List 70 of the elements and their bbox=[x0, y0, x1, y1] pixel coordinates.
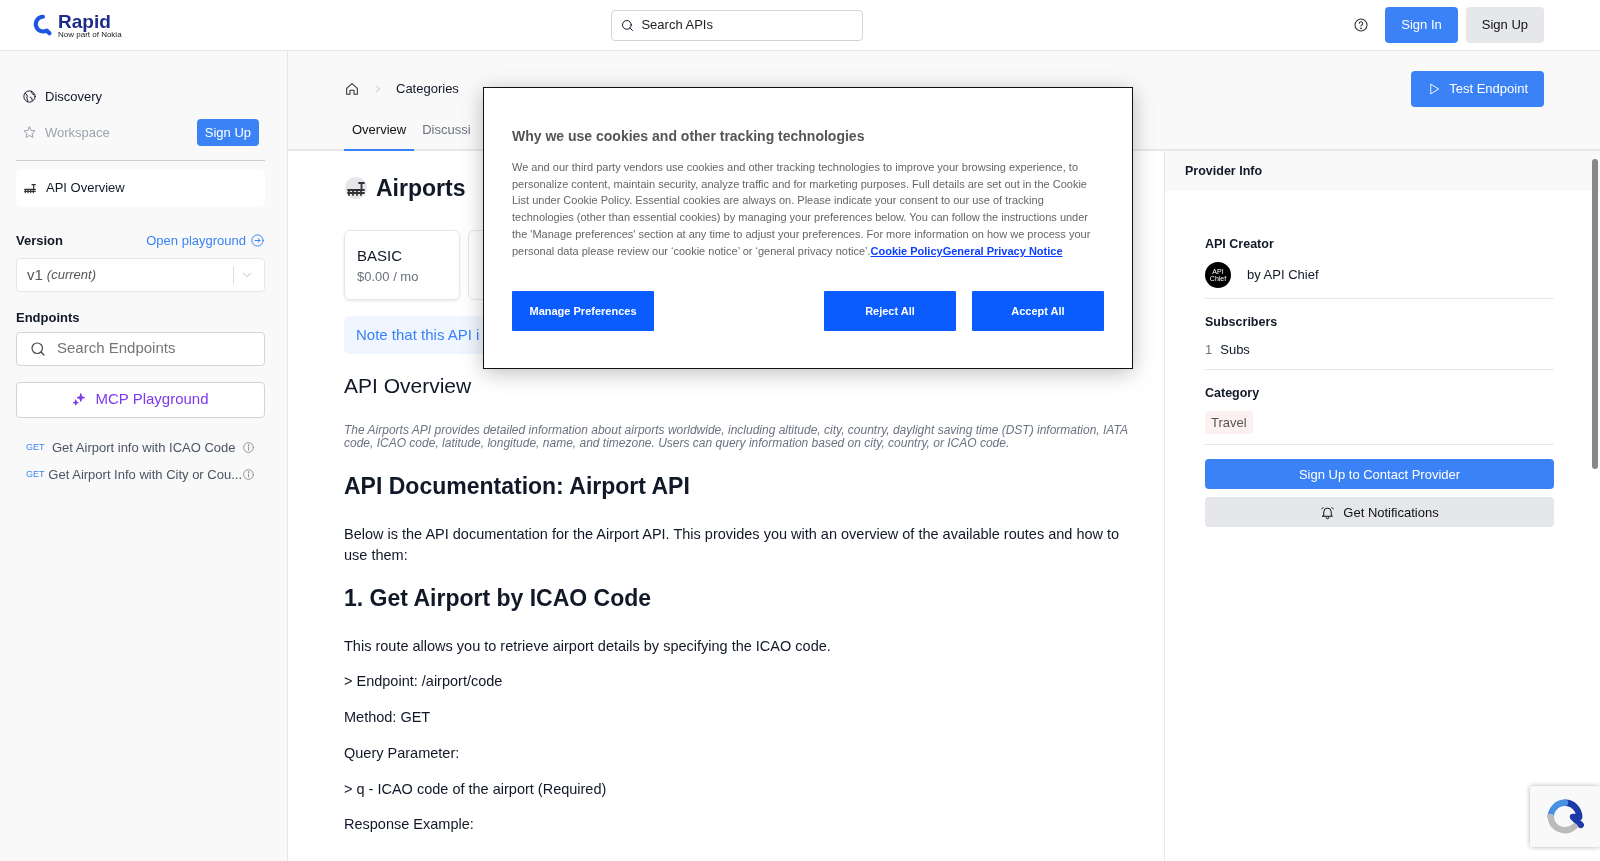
policy-link[interactable]: General Privacy Notice bbox=[942, 244, 1063, 257]
plan-card[interactable]: BASIC $0.00 / mo bbox=[344, 229, 460, 300]
version-select[interactable]: v1 (current) bbox=[16, 258, 265, 292]
paragraph: Method: GET bbox=[344, 708, 432, 728]
notifications-button[interactable]: Get Notifications bbox=[1205, 497, 1554, 528]
sign-up-button[interactable]: Sign Up bbox=[196, 118, 259, 146]
home-icon bbox=[344, 81, 360, 97]
captcha-icon bbox=[1546, 797, 1584, 836]
category-tag[interactable]: Travel bbox=[1205, 410, 1253, 435]
plan-name: BASIC bbox=[357, 245, 403, 266]
logo-text: Rapid bbox=[58, 11, 112, 31]
play-icon bbox=[1427, 82, 1442, 96]
paragraph: Query Parameter: bbox=[344, 743, 461, 763]
subscriber-unit: Subs bbox=[1220, 340, 1250, 359]
method-tag: GET bbox=[26, 468, 49, 482]
search-icon bbox=[29, 339, 47, 358]
paragraph: Below is the API documentation for the Airport API. This provides you with an overview of the available routes and how to use them: bbox=[344, 524, 1121, 566]
paragraph: Response Example: bbox=[344, 815, 475, 835]
logo-icon bbox=[32, 14, 54, 36]
search-field[interactable]: Search Endpoints bbox=[16, 331, 265, 366]
open-playground-link[interactable]: Open playground bbox=[146, 230, 265, 250]
paragraph: > Endpoint: /airport/code bbox=[344, 672, 504, 692]
policy-link[interactable]: Cookie Policy bbox=[870, 244, 943, 257]
overview-item[interactable]: API Overview bbox=[16, 169, 265, 207]
creator-name[interactable]: by API Chief bbox=[1247, 265, 1319, 285]
field-label: Subscribers bbox=[1205, 313, 1279, 331]
endpoint-link[interactable]: Get Airport info with ICAO Code bbox=[52, 437, 236, 457]
plan-price: $0.00 / mo bbox=[357, 268, 420, 286]
dialog-button[interactable]: Manage Preferences bbox=[512, 291, 654, 332]
help-icon bbox=[1353, 17, 1370, 33]
paragraph: This route allows you to retrieve airport details by specifying the ICAO code. bbox=[344, 636, 832, 656]
version-label: Version bbox=[16, 231, 63, 250]
method-tag: GET bbox=[26, 440, 52, 454]
sparkle-icon bbox=[72, 392, 88, 407]
endpoints-label: Endpoints bbox=[16, 309, 81, 327]
heading: API Overview bbox=[344, 373, 473, 399]
api-title: Airports bbox=[376, 174, 466, 203]
search-input[interactable]: Search Endpoints bbox=[55, 336, 252, 361]
sign-button[interactable]: Sign In bbox=[1385, 7, 1458, 43]
heading: 1. Get Airport by ICAO Code bbox=[344, 584, 653, 614]
dialog-button[interactable]: Accept All bbox=[972, 291, 1104, 332]
nav-item[interactable]: Discovery bbox=[45, 87, 103, 107]
tab[interactable]: Discussi bbox=[414, 113, 479, 151]
airport-icon bbox=[344, 176, 368, 201]
heading: API Documentation: Airport API bbox=[344, 472, 691, 502]
contact-provider-button[interactable]: Sign Up to Contact Provider bbox=[1205, 459, 1554, 490]
info-icon bbox=[242, 468, 255, 482]
field-label: API Creator bbox=[1205, 236, 1275, 253]
bell-icon bbox=[1320, 504, 1336, 520]
search-field[interactable]: Search APIs bbox=[611, 9, 864, 41]
dialog-button[interactable]: Reject All bbox=[824, 291, 956, 332]
sign-button[interactable]: Sign Up bbox=[1465, 7, 1544, 43]
tab[interactable]: Overview bbox=[344, 113, 415, 151]
test-endpoint-button[interactable]: Test Endpoint bbox=[1411, 71, 1544, 107]
mcp-playground-button[interactable]: MCP Playground bbox=[16, 381, 265, 418]
subscriber-count: 1 bbox=[1205, 340, 1213, 359]
field-label: Category bbox=[1205, 385, 1261, 402]
paragraph: > q - ICAO code of the airport (Required) bbox=[344, 779, 608, 799]
arrow-circle-icon bbox=[250, 232, 265, 248]
endpoint-link[interactable]: Get Airport Info with City or Cou... bbox=[48, 465, 242, 485]
breadcrumb-link[interactable]: Categories bbox=[396, 79, 459, 99]
nav-item-disabled: Workspace bbox=[45, 123, 110, 142]
info-icon bbox=[242, 440, 255, 454]
description: The Airports API provides detailed information about airports worldwide, including altitude, city, country, daylight saving time (DST) information, IATA code, ICAO code, latitude, longitude, name, and timezone. Users can query information based on city, country, or ICAO code. bbox=[344, 423, 1129, 452]
dialog-text: We and our third party vendors use cookies and other tracking technologies to improve your browsing experience, to personalize content, maintain security, analyze traffic and for marketing purposes. Full details are set out in the Cookie List under Cookie Policy. Essential cookies are always on. Please indicate your consent to our use of tracking technologies (other than essential cookies) by managing your preferences below. You can follow the instructions under the 'Manage preferences' section at any time to adjust your preferences. For more information on how we process your personal data please review our ‘cookie notice’ or ‘general privacy notice’.Cookie PolicyGeneral Privacy Notice bbox=[512, 160, 1092, 259]
search-icon bbox=[620, 17, 636, 33]
star-icon bbox=[22, 124, 37, 140]
panel-title: Provider Info bbox=[1185, 162, 1263, 180]
globe-icon bbox=[22, 89, 37, 105]
dialog-title: Why we use cookies and other tracking technologies bbox=[512, 127, 866, 146]
